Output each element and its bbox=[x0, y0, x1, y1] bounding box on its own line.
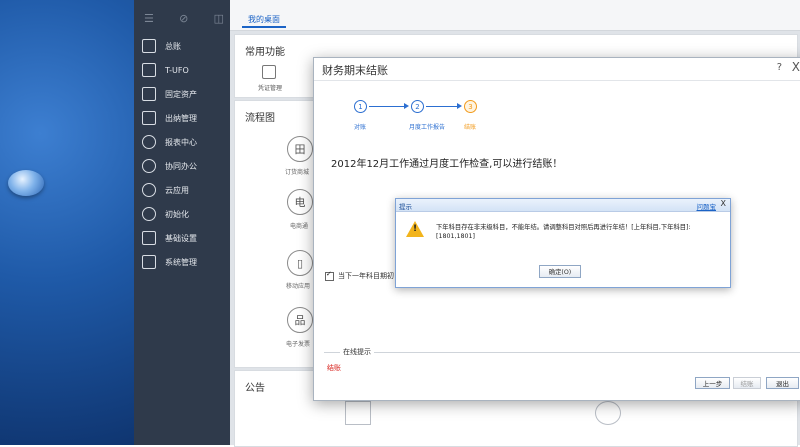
checkbox-label: 当下一年科目期初 bbox=[338, 272, 394, 280]
sidebar: ☰ ⊘ ◫ 总账 T-UFO 固定资产 出纳管理 报表中心 协同办公 云应用 初… bbox=[134, 0, 230, 445]
prompt-header: 提示 问题宝 X bbox=[396, 199, 730, 212]
pie-chart-icon bbox=[142, 135, 156, 149]
refresh-icon bbox=[142, 207, 156, 221]
ok-button[interactable]: 确定(O) bbox=[539, 265, 581, 278]
ecommerce-icon: 电 bbox=[294, 196, 306, 209]
close-icon[interactable]: X bbox=[721, 199, 726, 208]
ecommerce-node[interactable]: 电 bbox=[287, 189, 313, 215]
sidebar-item-label: 系统管理 bbox=[165, 257, 197, 267]
sidebar-item-fixed-assets[interactable]: 固定资产 bbox=[142, 85, 197, 103]
mobile-app-node[interactable]: ▯ bbox=[287, 250, 313, 276]
exit-button[interactable]: 退出 bbox=[766, 377, 799, 389]
sidebar-item-initialization[interactable]: 初始化 bbox=[142, 205, 189, 223]
ledger-icon bbox=[142, 39, 156, 53]
flow-node-label: 电子发票 bbox=[286, 341, 311, 348]
help-icon[interactable]: ? bbox=[777, 62, 782, 73]
step-label-monthly-report: 月度工作报告 bbox=[409, 124, 446, 131]
step-label-close-account: 结账 bbox=[464, 124, 477, 131]
dialog-title: 财务期末结账 bbox=[322, 64, 388, 77]
sidebar-item-label: T-UFO bbox=[165, 65, 189, 75]
settings-icon bbox=[142, 231, 156, 245]
notice-empty-icon bbox=[345, 401, 371, 425]
collapse-icon[interactable]: ◫ bbox=[214, 12, 224, 25]
panel-title: 流程图 bbox=[245, 113, 275, 124]
workspace-tabbar: 我的桌面 bbox=[230, 0, 800, 31]
sidebar-item-cloud-apps[interactable]: 云应用 bbox=[142, 181, 189, 199]
online-tips-text: 结账 bbox=[327, 364, 341, 372]
e-invoice-node[interactable]: 品 bbox=[287, 307, 313, 333]
sidebar-item-label: 报表中心 bbox=[165, 137, 197, 147]
step-arrow-icon bbox=[404, 103, 409, 109]
sidebar-item-basic-settings[interactable]: 基础设置 bbox=[142, 229, 197, 247]
step-connector bbox=[426, 106, 458, 107]
prompt-title: 提示 bbox=[399, 203, 412, 211]
sidebar-toolbar: ☰ ⊘ ◫ bbox=[144, 12, 224, 25]
check-result-message: 2012年12月工作通过月度工作检查,可以进行结账！ bbox=[331, 159, 563, 170]
sidebar-item-label: 协同办公 bbox=[165, 161, 197, 171]
ufo-report-icon bbox=[142, 63, 156, 77]
sidebar-item-collaboration[interactable]: 协同办公 bbox=[142, 157, 197, 175]
sidebar-item-t-ufo[interactable]: T-UFO bbox=[142, 61, 189, 79]
sidebar-item-label: 基础设置 bbox=[165, 233, 197, 243]
certificate-icon bbox=[595, 401, 621, 425]
step-connector bbox=[369, 106, 405, 107]
sidebar-item-report-center[interactable]: 报表中心 bbox=[142, 133, 197, 151]
voucher-icon[interactable] bbox=[262, 65, 276, 79]
store-icon: 田 bbox=[294, 143, 306, 156]
step-arrow-icon bbox=[457, 103, 462, 109]
online-tips-legend: 在线提示 bbox=[340, 347, 374, 357]
sidebar-item-label: 总账 bbox=[165, 41, 181, 51]
cashier-icon bbox=[142, 111, 156, 125]
mobile-icon: ▯ bbox=[296, 256, 304, 270]
next-year-checkbox[interactable] bbox=[325, 270, 334, 281]
desktop-wallpaper bbox=[0, 0, 134, 445]
flow-node-label: 移动应用 bbox=[286, 283, 311, 290]
flow-node-label: 订货商城 bbox=[285, 169, 310, 176]
step-label-reconcile: 对账 bbox=[354, 124, 367, 131]
step-1-indicator: 1 bbox=[354, 100, 367, 113]
step-3-indicator: 3 bbox=[464, 100, 477, 113]
search-icon[interactable]: ⊘ bbox=[179, 12, 188, 25]
sidebar-item-label: 初始化 bbox=[165, 209, 189, 219]
system-code-icon bbox=[142, 255, 156, 269]
bank-building-icon bbox=[142, 87, 156, 101]
sidebar-item-system-admin[interactable]: 系统管理 bbox=[142, 253, 197, 271]
step-number: 1 bbox=[358, 102, 363, 111]
sidebar-item-label: 云应用 bbox=[165, 185, 189, 195]
order-mall-node[interactable]: 田 bbox=[287, 136, 313, 162]
step-number: 2 bbox=[415, 102, 420, 111]
panel-title: 公告 bbox=[245, 383, 265, 394]
dialog-header: 财务期末结账 ? X bbox=[314, 58, 800, 81]
close-icon[interactable]: X bbox=[792, 60, 800, 74]
sidebar-item-ledger[interactable]: 总账 bbox=[142, 37, 181, 55]
previous-step-button[interactable]: 上一步 bbox=[695, 377, 730, 389]
tab-my-desktop[interactable]: 我的桌面 bbox=[242, 14, 286, 28]
invoice-icon: 品 bbox=[294, 314, 306, 327]
next-year-option[interactable]: 当下一年科目期初 bbox=[325, 270, 394, 281]
sidebar-item-label: 固定资产 bbox=[165, 89, 197, 99]
prompt-message: 下年科目存在非末级科目，不能年结。请调整科目对照后再进行年结！[上年科目,下年科… bbox=[436, 224, 691, 240]
warning-icon bbox=[406, 221, 424, 237]
menu-icon[interactable]: ☰ bbox=[144, 12, 154, 25]
step-number: 3 bbox=[468, 102, 473, 111]
flow-node-label: 电商通 bbox=[290, 223, 309, 230]
online-tips-box: 在线提示 结账 bbox=[324, 347, 800, 373]
panel-title: 常用功能 bbox=[245, 47, 285, 58]
sidebar-item-cashier[interactable]: 出纳管理 bbox=[142, 109, 197, 127]
warning-prompt-dialog: 提示 问题宝 X 下年科目存在非末级科目，不能年结。请调整科目对照后再进行年结！… bbox=[395, 198, 731, 288]
close-account-button[interactable]: 结账 bbox=[733, 377, 761, 389]
voucher-label[interactable]: 凭证管理 bbox=[258, 83, 282, 92]
cloud-icon bbox=[142, 183, 156, 197]
collaboration-icon bbox=[142, 159, 156, 173]
sidebar-item-label: 出纳管理 bbox=[165, 113, 197, 123]
water-drop-graphic bbox=[8, 170, 44, 196]
problem-help-link[interactable]: 问题宝 bbox=[697, 201, 717, 211]
step-2-indicator: 2 bbox=[411, 100, 424, 113]
